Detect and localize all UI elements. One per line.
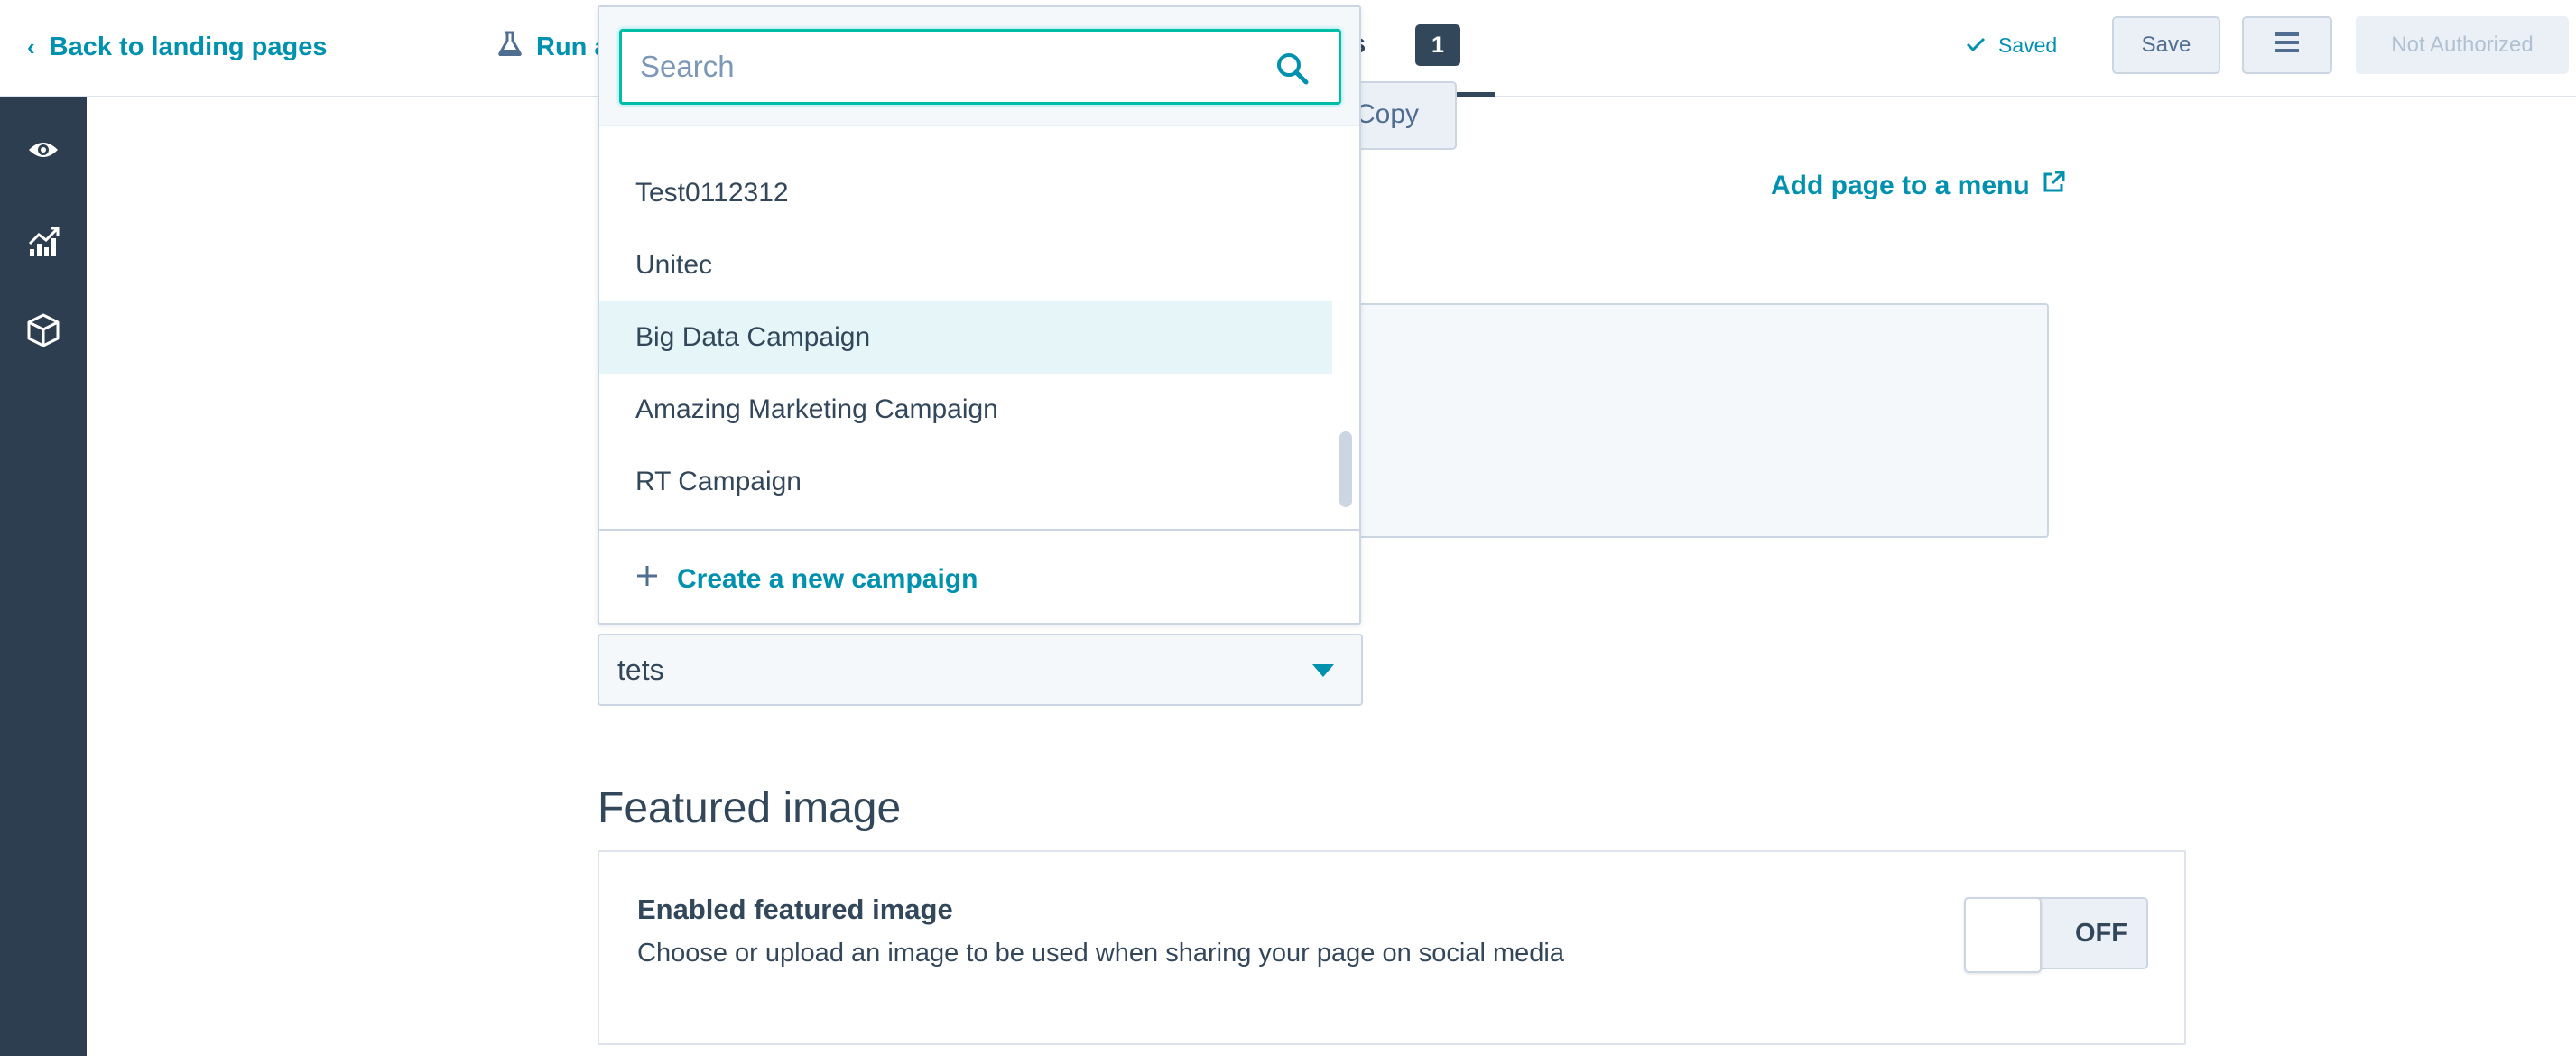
external-link-icon	[2041, 170, 2066, 202]
left-sidebar	[0, 97, 87, 1056]
campaign-select[interactable]: tets	[598, 634, 1363, 706]
create-new-campaign-button[interactable]: Create a new campaign	[635, 561, 978, 597]
add-to-menu-label: Add page to a menu	[1771, 171, 2030, 200]
toggle-state-label: OFF	[2075, 919, 2127, 948]
not-authorized-button[interactable]: Not Authorized	[2356, 16, 2569, 74]
scrollbar-thumb[interactable]	[1339, 431, 1352, 507]
dropdown-scrollbar[interactable]	[1332, 130, 1359, 529]
hamburger-menu-button[interactable]	[2242, 16, 2332, 74]
toggle-knob	[1964, 897, 2042, 973]
create-campaign-label: Create a new campaign	[677, 564, 978, 594]
dropdown-search-area	[599, 7, 1359, 126]
campaign-option-list: Test0112312 Unitec Big Data Campaign Ama…	[599, 130, 1332, 529]
run-test-button[interactable]: Run a	[498, 27, 609, 67]
caret-down-icon	[1312, 664, 1334, 677]
campaign-select-value: tets	[617, 653, 664, 686]
back-link-label: Back to landing pages	[49, 32, 328, 61]
checkmark-icon	[1966, 33, 1986, 58]
featured-image-toggle[interactable]: OFF	[1964, 897, 2148, 973]
campaign-dropdown: Test0112312 Unitec Big Data Campaign Ama…	[598, 5, 1361, 625]
campaign-search-input[interactable]	[619, 29, 1341, 105]
chart-icon[interactable]	[22, 220, 65, 264]
list-item[interactable]: Big Data Campaign	[599, 301, 1332, 374]
cube-icon[interactable]	[22, 309, 65, 352]
list-item[interactable]: Amazing Marketing Campaign	[599, 374, 1332, 446]
list-item[interactable]: Unitec	[599, 229, 1332, 301]
save-button[interactable]: Save	[2112, 16, 2220, 74]
campaign-option-label: Big Data Campaign	[635, 322, 871, 352]
back-to-landing-pages-link[interactable]: ‹ Back to landing pages	[27, 27, 327, 67]
eye-icon[interactable]	[22, 128, 65, 171]
campaign-option-label: Amazing Marketing Campaign	[635, 394, 998, 424]
search-icon[interactable]	[1274, 51, 1311, 87]
tab-settings-count-badge: 1	[1415, 24, 1460, 66]
featured-option-title: Enabled featured image	[637, 894, 953, 925]
list-item[interactable]: RT Campaign	[599, 446, 1332, 518]
save-status: Saved	[1966, 29, 2057, 61]
dropdown-footer: Create a new campaign	[599, 529, 1359, 623]
add-page-to-menu-link[interactable]: Add page to a menu	[1771, 166, 2066, 206]
saved-label: Saved	[1998, 32, 2058, 57]
featured-option-description: Choose or upload an image to be used whe…	[637, 939, 1564, 968]
list-item[interactable]: Test0112312	[599, 157, 1332, 229]
featured-image-heading: Featured image	[598, 784, 902, 832]
flask-icon	[498, 31, 522, 63]
hamburger-icon	[2275, 32, 2299, 60]
campaign-option-label: Test0112312	[635, 178, 789, 208]
plus-icon	[635, 564, 659, 595]
chevron-left-icon: ‹	[27, 32, 35, 60]
campaign-option-label: Unitec	[635, 250, 713, 280]
featured-image-panel: Enabled featured image Choose or upload …	[598, 850, 2186, 1045]
meta-description-textarea[interactable]	[1300, 303, 2049, 538]
campaign-option-label: RT Campaign	[635, 467, 802, 496]
